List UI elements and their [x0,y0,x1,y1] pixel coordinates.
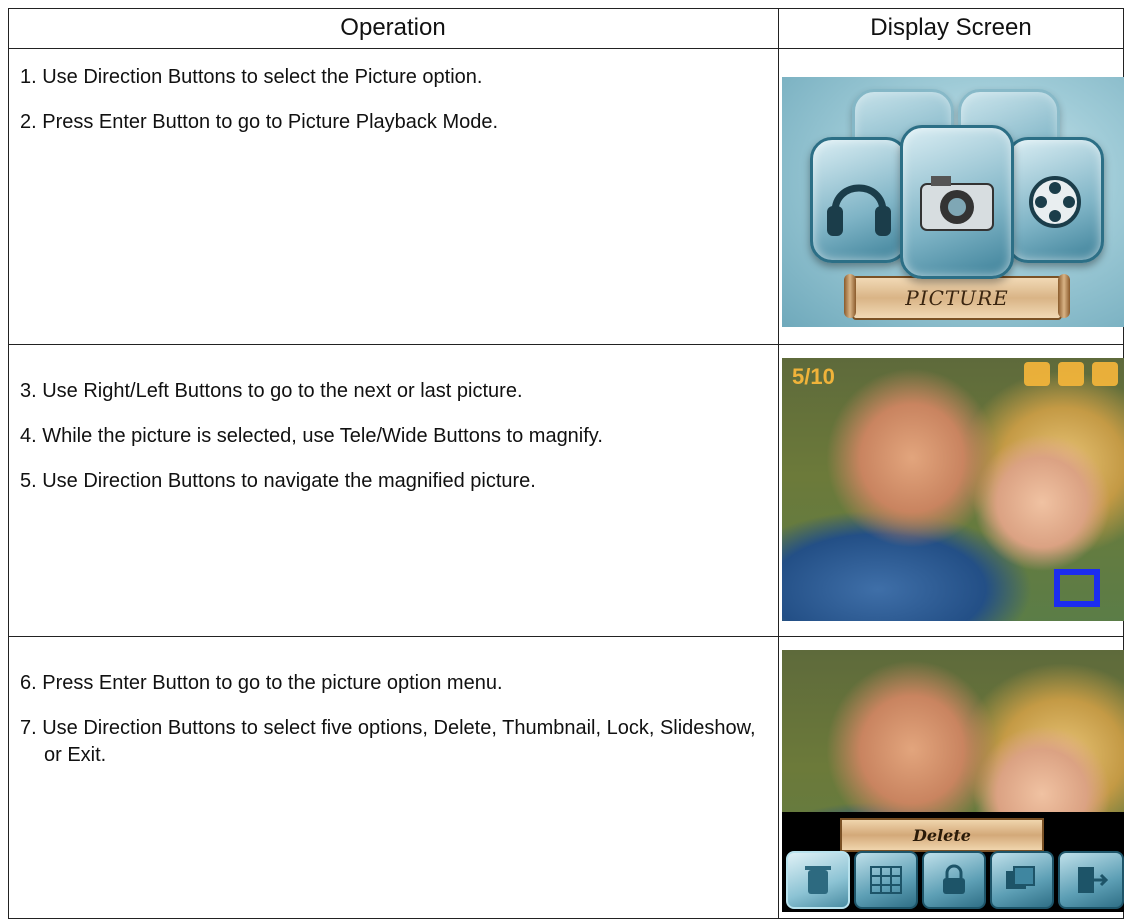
sparkle-icon [1058,362,1084,386]
operation-header: Operation [340,14,446,41]
picture-option-menu-screen: Delete [782,650,1124,912]
picture-playback-screen: 5/10 [782,358,1124,621]
step-6: 6. Press Enter Button to go to the pictu… [20,672,503,694]
lock-icon [1024,362,1050,386]
menu-label-scroll: Delete [840,818,1044,852]
step-2: 2. Press Enter Button to go to Picture P… [20,111,499,133]
film-reel-icon [1006,137,1104,263]
picture-mode-menu-screen: PICTURE [782,77,1124,327]
trash-icon [786,851,850,909]
step-1: 1. Use Direction Buttons to select the P… [20,66,483,88]
picture-counter: 5/10 [792,364,835,389]
thumbnail-icon [854,851,918,909]
table-border-bottom [8,918,1124,919]
row-3-operations: 6. Press Enter Button to go to the pictu… [20,670,760,787]
mode-label-scroll: PICTURE [844,274,1070,320]
magnify-selection-box [1054,569,1100,607]
display-screen-header: Display Screen [870,14,1032,41]
header-divider [8,48,1124,49]
option-menu-bar: Delete [782,812,1124,912]
exit-icon [1058,851,1124,909]
osd-icons [1024,362,1118,386]
step-4: 4. While the picture is selected, use Te… [20,425,603,447]
table-border-left [8,8,9,919]
row-2-operations: 3. Use Right/Left Buttons to go to the n… [20,378,760,513]
row-divider-2 [8,636,1124,637]
lock-icon [922,851,986,909]
row-1-operations: 1. Use Direction Buttons to select the P… [20,64,760,154]
column-divider [778,8,779,919]
camera-icon [900,125,1014,279]
step-7: 7. Use Direction Buttons to select five … [20,717,756,766]
camera-icon [1092,362,1118,386]
slideshow-icon [990,851,1054,909]
row-divider-1 [8,344,1124,345]
step-5: 5. Use Direction Buttons to navigate the… [20,470,536,492]
headphones-icon [810,137,908,263]
step-3: 3. Use Right/Left Buttons to go to the n… [20,380,523,402]
